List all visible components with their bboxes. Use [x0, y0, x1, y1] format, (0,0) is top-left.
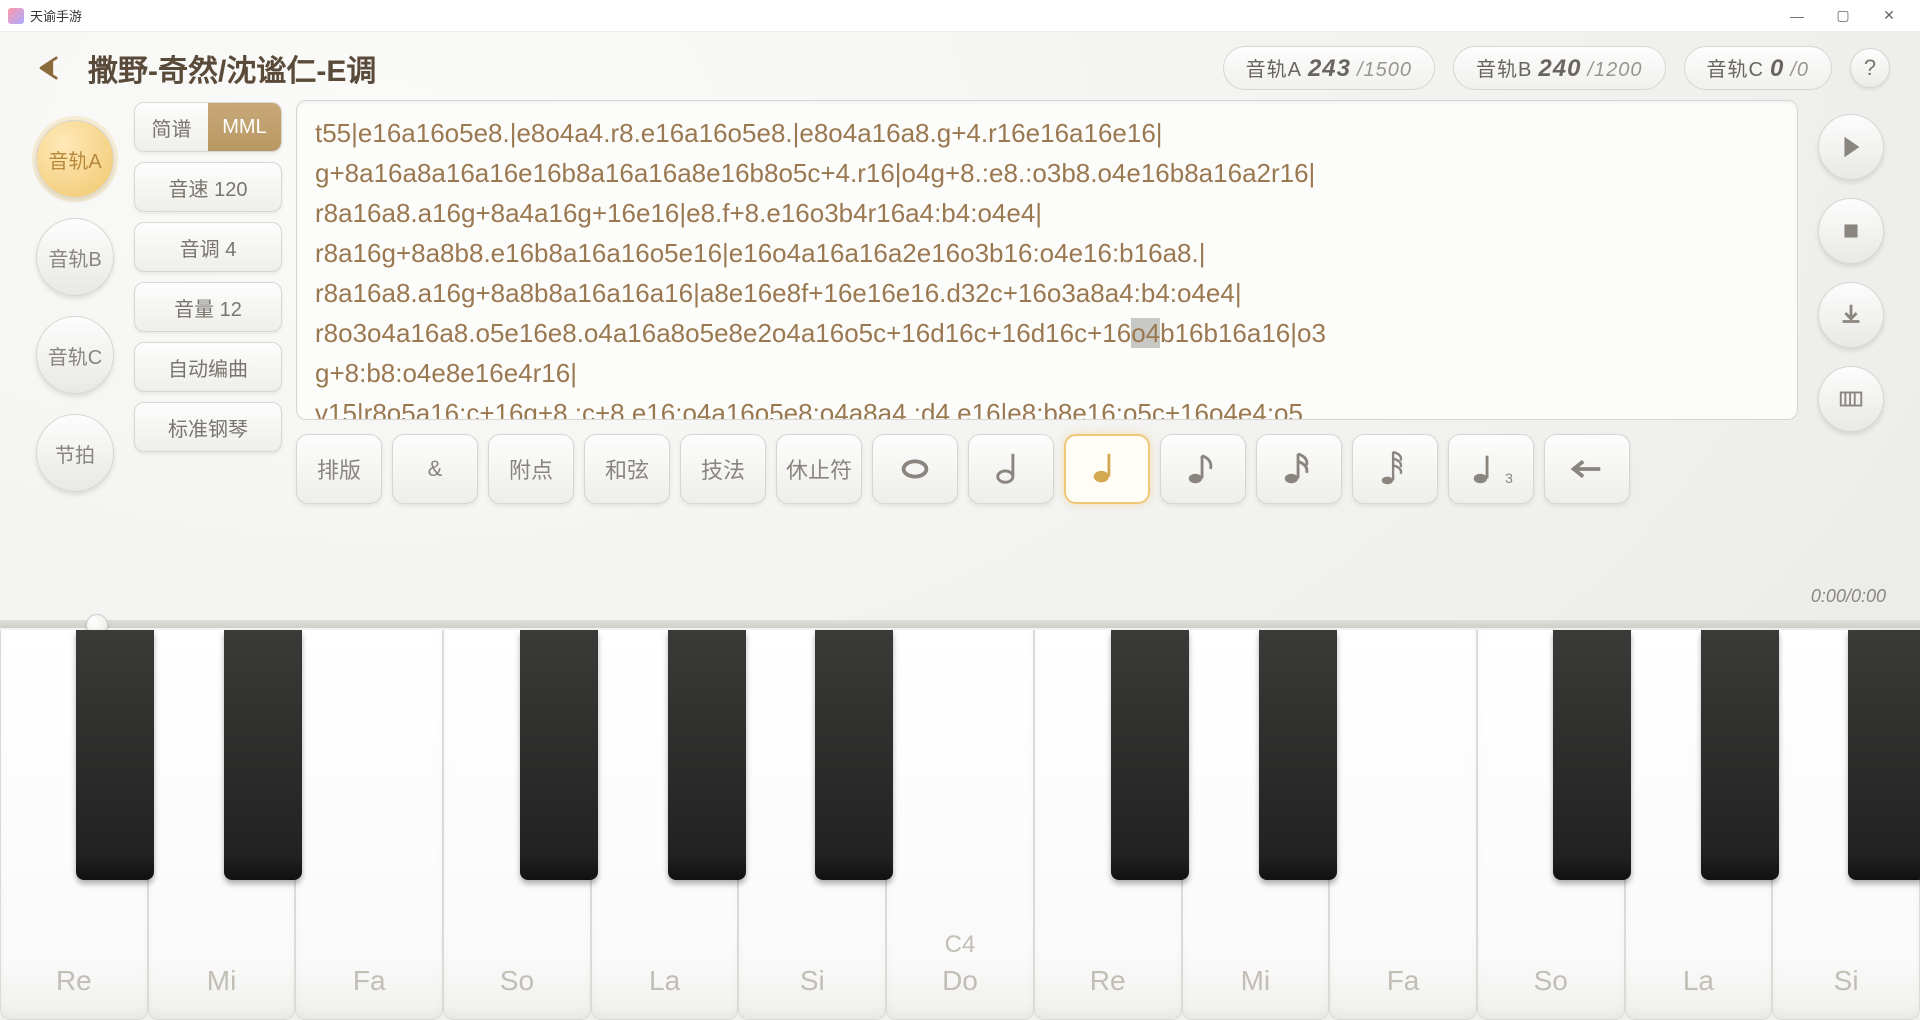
chord-button[interactable]: 和弦 — [584, 434, 670, 504]
format-button[interactable]: 排版 — [296, 434, 382, 504]
rest-button[interactable]: 休止符 — [776, 434, 862, 504]
white-key-label: Mi — [149, 965, 295, 997]
white-key-label: Si — [739, 965, 885, 997]
white-key-label: Do — [887, 965, 1033, 997]
track-a-counter[interactable]: 音轨A 243 /1500 — [1223, 46, 1435, 90]
white-key-label: La — [1626, 965, 1772, 997]
ampersand-button[interactable]: & — [392, 434, 478, 504]
white-key-label: Re — [1, 965, 147, 997]
track-b-max: /1200 — [1587, 59, 1642, 82]
app-icon — [8, 8, 24, 24]
track-b-current: 240 — [1538, 55, 1581, 83]
white-key-fa-2[interactable]: Fa — [295, 630, 443, 1020]
track-selector-column: 音轨A 音轨B 音轨C 节拍 — [30, 100, 120, 504]
keyboard-view-button[interactable] — [1818, 366, 1884, 432]
maximize-button[interactable]: ▢ — [1820, 0, 1866, 32]
progress-slider-track[interactable] — [0, 620, 1920, 628]
thirtysecond-note-button[interactable] — [1352, 434, 1438, 504]
black-key-2[interactable] — [520, 630, 598, 880]
track-c-button[interactable]: 音轨C — [36, 316, 114, 394]
technique-button[interactable]: 技法 — [680, 434, 766, 504]
mml-textarea[interactable]: t55|e16a16o5e8.|e8o4a4.r8.e16a16o5e8.|e8… — [296, 100, 1798, 420]
black-key-7[interactable] — [1553, 630, 1631, 880]
play-button[interactable] — [1818, 114, 1884, 180]
c4-label: C4 — [887, 931, 1033, 959]
song-title: 撒野-奇然/沈谧仁-E调 — [88, 46, 1205, 90]
white-key-label: Fa — [296, 965, 442, 997]
editor-area: t55|e16a16o5e8.|e8o4a4.r8.e16a16o5e8.|e8… — [296, 100, 1798, 504]
notation-tabs: 简谱 MML — [134, 102, 282, 152]
white-key-do-6[interactable]: Do C4 — [886, 630, 1034, 1020]
white-key-label: So — [444, 965, 590, 997]
track-c-current: 0 — [1770, 55, 1784, 83]
black-key-9[interactable] — [1848, 630, 1920, 880]
parameter-column: 简谱 MML 音速 120 音调 4 音量 12 自动编曲 标准钢琴 — [134, 100, 282, 504]
download-button[interactable] — [1818, 282, 1884, 348]
track-b-button[interactable]: 音轨B — [36, 218, 114, 296]
track-a-max: /1500 — [1357, 59, 1412, 82]
auto-compose-button[interactable]: 自动编曲 — [134, 342, 282, 392]
track-a-button[interactable]: 音轨A — [36, 120, 114, 198]
white-key-label: La — [592, 965, 738, 997]
track-c-label: 音轨C — [1707, 53, 1764, 82]
backspace-button[interactable] — [1544, 434, 1630, 504]
track-b-counter[interactable]: 音轨B 240 /1200 — [1453, 46, 1665, 90]
black-key-3[interactable] — [668, 630, 746, 880]
window-titlebar: 天谕手游 — ▢ ✕ — [0, 0, 1920, 32]
app-title: 天谕手游 — [30, 6, 1774, 25]
close-button[interactable]: ✕ — [1866, 0, 1912, 32]
eighth-note-button[interactable] — [1160, 434, 1246, 504]
quarter-note-button[interactable] — [1064, 434, 1150, 504]
white-key-label: So — [1478, 965, 1624, 997]
black-key-8[interactable] — [1701, 630, 1779, 880]
instrument-button[interactable]: 标准钢琴 — [134, 402, 282, 452]
track-a-label: 音轨A — [1246, 53, 1302, 82]
white-key-label: Fa — [1330, 965, 1476, 997]
black-key-4[interactable] — [815, 630, 893, 880]
help-button[interactable]: ? — [1850, 48, 1890, 88]
volume-button[interactable]: 音量 12 — [134, 282, 282, 332]
playback-column — [1812, 100, 1890, 504]
track-c-max: /0 — [1790, 59, 1809, 82]
triplet-note-button[interactable]: 3 — [1448, 434, 1534, 504]
tempo-button[interactable]: 节拍 — [36, 414, 114, 492]
notation-tab-mml[interactable]: MML — [208, 103, 281, 151]
dotted-button[interactable]: 附点 — [488, 434, 574, 504]
sixteenth-note-button[interactable] — [1256, 434, 1342, 504]
black-key-5[interactable] — [1111, 630, 1189, 880]
black-key-6[interactable] — [1259, 630, 1337, 880]
black-key-1[interactable] — [224, 630, 302, 880]
track-a-current: 243 — [1308, 55, 1351, 83]
header-bar: 撒野-奇然/沈谧仁-E调 音轨A 243 /1500 音轨B 240 /1200… — [0, 32, 1920, 100]
stop-button[interactable] — [1818, 198, 1884, 264]
white-key-fa-9[interactable]: Fa — [1329, 630, 1477, 1020]
track-b-label: 音轨B — [1476, 53, 1532, 82]
black-key-0[interactable] — [76, 630, 154, 880]
speed-button[interactable]: 音速 120 — [134, 162, 282, 212]
note-toolbar: 排版 & 附点 和弦 技法 休止符 3 — [296, 434, 1798, 504]
white-key-label: Mi — [1183, 965, 1329, 997]
track-c-counter[interactable]: 音轨C 0 /0 — [1684, 46, 1833, 90]
white-key-label: Si — [1773, 965, 1919, 997]
key-button[interactable]: 音调 4 — [134, 222, 282, 272]
minimize-button[interactable]: — — [1774, 0, 1820, 32]
back-button[interactable] — [30, 48, 70, 88]
whole-note-button[interactable] — [872, 434, 958, 504]
half-note-button[interactable] — [968, 434, 1054, 504]
playback-time: 0:00/0:00 — [1811, 586, 1886, 607]
white-key-label: Re — [1035, 965, 1181, 997]
notation-tab-jianpu[interactable]: 简谱 — [135, 103, 208, 151]
